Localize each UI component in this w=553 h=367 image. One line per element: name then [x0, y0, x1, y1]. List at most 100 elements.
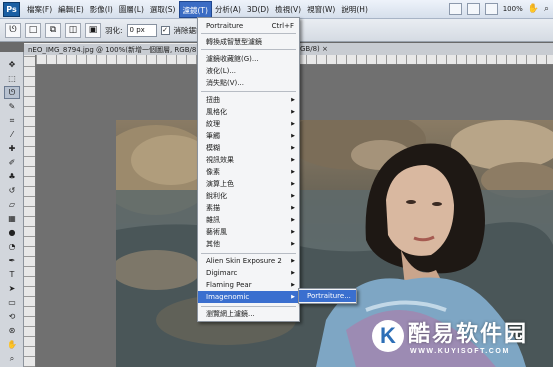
tools-panel: ✥ ⬚ ᘎ ✎ ⌗ ⁄ ✚ ✐ ♣ ↺ ▱ ▦ ● ◔ ✒ T ➤ ▭ ⟲ ⊛ … [0, 52, 24, 367]
submenu-arrow-icon: ▶ [291, 258, 295, 264]
menu-separator [201, 91, 296, 92]
menu-item-sharpen[interactable]: 銳利化 ▶ [198, 190, 299, 202]
submenu-arrow-icon: ▶ [291, 133, 295, 139]
zoom-tool-icon-panel[interactable]: ⌕ [4, 352, 20, 365]
submenu-arrow-icon: ▶ [291, 270, 295, 276]
menu-window[interactable]: 視窗(W) [304, 1, 338, 18]
eyedropper-tool-icon[interactable]: ⁄ [4, 128, 20, 141]
submenu-arrow-icon: ▶ [291, 217, 295, 223]
healing-tool-icon[interactable]: ✚ [4, 142, 20, 155]
menu-edit[interactable]: 編輯(E) [55, 1, 87, 18]
quick-select-tool-icon[interactable]: ✎ [4, 100, 20, 113]
filter-menu: Portraiture Ctrl+F 轉換成智慧型濾鏡 濾鏡收藏館(G)... … [197, 17, 300, 322]
menu-separator [201, 306, 296, 307]
shape-tool-icon[interactable]: ▭ [4, 296, 20, 309]
menu-item-flaming-pear[interactable]: Flaming Pear ▶ [198, 279, 299, 291]
menu-3d[interactable]: 3D(D) [244, 1, 272, 18]
watermark-logo: K [372, 320, 404, 352]
3d-rotate-tool-icon[interactable]: ⟲ [4, 310, 20, 323]
marquee-tool-icon[interactable]: ⬚ [4, 72, 20, 85]
type-tool-icon[interactable]: T [4, 268, 20, 281]
guides-button[interactable] [484, 3, 498, 15]
menu-item-digimarc[interactable]: Digimarc ▶ [198, 267, 299, 279]
menu-item-texture[interactable]: 紋理 ▶ [198, 118, 299, 130]
submenu-arrow-icon: ▶ [291, 294, 295, 300]
menu-item-liquify[interactable]: 液化(L)... [198, 65, 299, 77]
menu-item-browse-filters-online[interactable]: 瀏覽網上濾鏡... [198, 308, 299, 320]
move-tool-icon[interactable]: ✥ [4, 58, 20, 71]
lasso-preset-icon[interactable]: ᘎ [5, 22, 21, 38]
menu-item-pixelate[interactable]: 像素 ▶ [198, 166, 299, 178]
antialias-checkbox[interactable]: ✓ [160, 25, 170, 35]
new-selection-icon[interactable]: □ [25, 22, 41, 38]
menu-item-alien-skin[interactable]: Alien Skin Exposure 2 ▶ [198, 255, 299, 267]
brush-tool-icon[interactable]: ✐ [4, 156, 20, 169]
subtract-selection-icon[interactable]: ◫ [65, 22, 81, 38]
menu-help[interactable]: 說明(H) [338, 1, 371, 18]
gradient-tool-icon[interactable]: ▦ [4, 212, 20, 225]
menu-item-brush-strokes[interactable]: 筆觸 ▶ [198, 130, 299, 142]
zoom-tool-icon[interactable]: ⌕ [544, 4, 549, 14]
menu-item-smart-filter[interactable]: 轉換成智慧型濾鏡 [198, 36, 299, 48]
submenu-arrow-icon: ▶ [291, 229, 295, 235]
menu-item-last-filter[interactable]: Portraiture Ctrl+F [198, 20, 299, 32]
lasso-tool-icon[interactable]: ᘎ [4, 86, 20, 99]
menu-filter[interactable]: 濾鏡(T) [178, 0, 212, 18]
submenu-arrow-icon: ▶ [291, 282, 295, 288]
pen-tool-icon[interactable]: ✒ [4, 254, 20, 267]
submenu-arrow-icon: ▶ [291, 121, 295, 127]
submenu-arrow-icon: ▶ [291, 205, 295, 211]
photoshop-logo: Ps [3, 1, 20, 17]
watermark: K 酷易软件园 WWW.KUYISOFT.COM [366, 298, 553, 367]
menu-file[interactable]: 檔案(F) [24, 1, 55, 18]
imagenomic-submenu: Portraiture... [298, 288, 357, 304]
add-selection-icon[interactable]: ⧉ [45, 22, 61, 38]
submenu-arrow-icon: ▶ [291, 145, 295, 151]
history-brush-tool-icon[interactable]: ↺ [4, 184, 20, 197]
menu-item-imagenomic[interactable]: Imagenomic ▶ [198, 291, 299, 303]
dodge-tool-icon[interactable]: ◔ [4, 240, 20, 253]
submenu-arrow-icon: ▶ [291, 109, 295, 115]
menu-layer[interactable]: 圖層(L) [116, 1, 147, 18]
menu-item-blur[interactable]: 模糊 ▶ [198, 142, 299, 154]
menu-item-video[interactable]: 視訊效果 ▶ [198, 154, 299, 166]
eraser-tool-icon[interactable]: ▱ [4, 198, 20, 211]
menu-item-other[interactable]: 其他 ▶ [198, 238, 299, 250]
hand-tool-icon-panel[interactable]: ✋ [4, 338, 20, 351]
menu-item-render[interactable]: 演算上色 ▶ [198, 178, 299, 190]
menu-image[interactable]: 影像(I) [87, 1, 116, 18]
feather-input[interactable]: 0 px [126, 23, 157, 37]
menu-view[interactable]: 檢視(V) [272, 1, 304, 18]
3d-orbit-tool-icon[interactable]: ⊛ [4, 324, 20, 337]
menu-separator [201, 49, 296, 50]
submenu-arrow-icon: ▶ [291, 169, 295, 175]
blur-tool-icon[interactable]: ● [4, 226, 20, 239]
crop-tool-icon[interactable]: ⌗ [4, 114, 20, 127]
menu-separator [201, 253, 296, 254]
watermark-brand: 酷易软件园 [408, 322, 529, 347]
ruler-vertical [24, 55, 36, 367]
menu-item-stylize[interactable]: 風格化 ▶ [198, 106, 299, 118]
menu-item-artistic[interactable]: 藝術風 ▶ [198, 226, 299, 238]
submenu-arrow-icon: ▶ [291, 241, 295, 247]
minibridge-button[interactable] [466, 3, 480, 15]
menubar-right-controls: 100% ✋ ⌕ [448, 3, 553, 15]
bridge-button[interactable] [448, 3, 462, 15]
zoom-level[interactable]: 100% [503, 5, 523, 13]
menu-item-sketch[interactable]: 素描 ▶ [198, 202, 299, 214]
menu-select[interactable]: 選取(S) [147, 1, 179, 18]
intersect-selection-icon[interactable]: ▣ [85, 22, 101, 38]
clone-stamp-tool-icon[interactable]: ♣ [4, 170, 20, 183]
document-tab-tail: GB/8) × [298, 43, 553, 55]
menu-analysis[interactable]: 分析(A) [212, 1, 244, 18]
hand-tool-icon[interactable]: ✋ [528, 4, 539, 14]
submenu-arrow-icon: ▶ [291, 157, 295, 163]
path-select-tool-icon[interactable]: ➤ [4, 282, 20, 295]
submenu-item-portraiture[interactable]: Portraiture... [299, 290, 356, 302]
menu-separator [201, 33, 296, 34]
menu-item-noise[interactable]: 雜訊 ▶ [198, 214, 299, 226]
shortcut-label: Ctrl+F [271, 22, 294, 30]
menu-item-filter-gallery[interactable]: 濾鏡收藏館(G)... [198, 53, 299, 65]
menu-item-vanishing-point[interactable]: 消失點(V)... [198, 77, 299, 89]
menu-item-distort[interactable]: 扭曲 ▶ [198, 94, 299, 106]
